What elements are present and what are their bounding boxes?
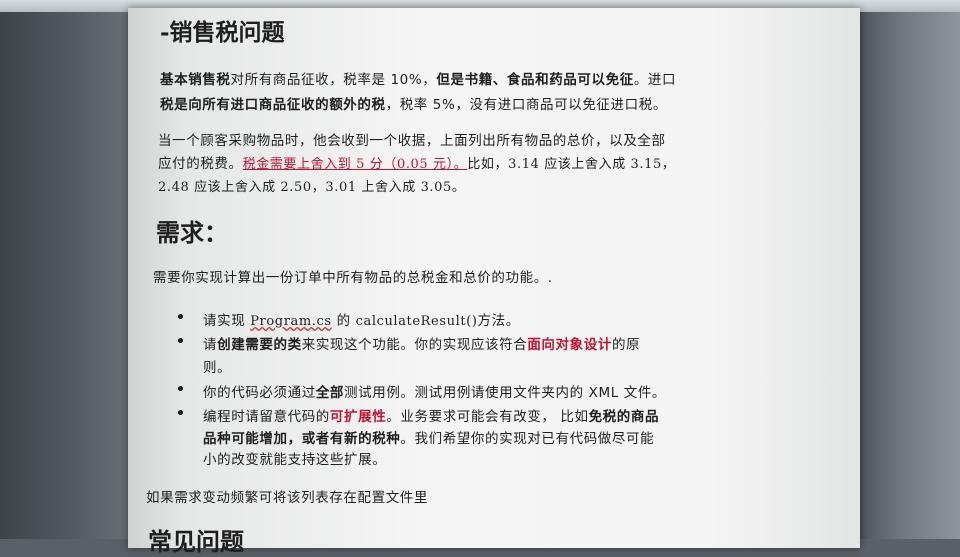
rounding-rule: 税金需要上舍入到 5 分（0.05 元）。 xyxy=(242,157,468,172)
intro-text: 对所有商品征收，税率是 10%， xyxy=(230,72,437,88)
document-page: -销售税问题 基本销售税对所有商品征收，税率是 10%，但是书籍、食品和药品可以… xyxy=(128,8,860,556)
requirements-heading: 需求： xyxy=(156,218,228,247)
bullet-text: 请实现 xyxy=(203,313,251,329)
bullet-1: 请实现 Program.cs 的 calculateResult()方法。 xyxy=(203,309,520,329)
bullet-text: 请 xyxy=(203,337,218,353)
bullet-text: 的原 xyxy=(611,337,641,353)
bullet-marker: • xyxy=(176,382,185,398)
bullet-text: 。我们希望你的实现对已有代码做尽可能 xyxy=(400,431,655,447)
receipt-para-line-2: 应付的税费。税金需要上舍入到 5 分（0.05 元）。比如，3.14 应该上舍入… xyxy=(158,152,675,172)
intro-text: ，税率 5%，没有进口商品可以免征进口税。 xyxy=(385,97,667,113)
document-title: -销售税问题 xyxy=(160,19,285,46)
all-tests-emphasis: 全部 xyxy=(315,385,345,401)
basic-sales-tax-term: 基本销售税 xyxy=(160,72,231,88)
config-note: 如果需求变动频繁可将该列表存在配置文件里 xyxy=(146,490,428,506)
bullet-2-line-1: 请创建需要的类来实现这个功能。你的实现应该符合面向对象设计的原 xyxy=(203,333,640,353)
para-text: 应付的税费。 xyxy=(158,156,243,172)
intro-line-1: 基本销售税对所有商品征收，税率是 10%，但是书籍、食品和药品可以免征。进口 xyxy=(160,68,676,88)
receipt-para-line-1: 当一个顾客采购物品时，他会收到一个收据，上面列出所有物品的总价，以及全部 xyxy=(158,133,666,149)
exemption-note: 但是书籍、食品和药品可以免征 xyxy=(436,72,634,88)
intro-line-2: 税是向所有进口商品征收的额外的税，税率 5%，没有进口商品可以免征进口税。 xyxy=(160,93,667,113)
receipt-para-line-3: 2.48 应该上舍入成 2.50，3.01 上舍入成 3.05。 xyxy=(158,180,466,195)
import-tax-definition: 税是向所有进口商品征收的额外的税 xyxy=(160,97,386,113)
extensibility-emphasis: 可扩展性 xyxy=(329,409,387,425)
tax-free-emphasis: 免税的商品 xyxy=(588,409,660,425)
requirements-intro: 需要你实现计算出一份订单中所有物品的总税金和总价的功能。. xyxy=(153,270,553,286)
bullet-4-line-1: 编程时请留意代码的可扩展性。业务要求可能会有改变， 比如免税的商品 xyxy=(203,405,659,425)
new-tax-emphasis: 品种可能增加，或者有新的税种 xyxy=(203,431,401,447)
bullet-text: 来实现这个功能。你的实现应该符合 xyxy=(301,337,528,353)
bullet-text: 编程时请留意代码的 xyxy=(203,409,330,425)
bullet-text: 你的代码必须通过 xyxy=(203,385,316,401)
background-right xyxy=(858,0,960,539)
bullet-4-line-2: 品种可能增加，或者有新的税种。我们希望你的实现对已有代码做尽可能 xyxy=(203,427,654,447)
bullet-text: 测试用例。测试用例请使用文件夹内的 XML 文件。 xyxy=(344,385,667,401)
method-name: calculateResult() xyxy=(355,314,478,329)
bullet-text: 方法。 xyxy=(477,313,520,329)
bullet-text: 。业务要求可能会有改变， 比如 xyxy=(386,409,589,425)
create-classes-emphasis: 创建需要的类 xyxy=(217,337,302,353)
bullet-4-line-3: 小的改变就能支持这些扩展。 xyxy=(203,452,387,468)
rounding-example: 比如，3.14 应该上舍入成 3.15， xyxy=(467,157,676,172)
intro-text: 。进口 xyxy=(633,72,677,88)
faq-heading-partial: 常见问题 xyxy=(148,527,244,556)
program-file-name: Program.cs xyxy=(250,314,332,329)
bullet-marker: • xyxy=(176,334,185,350)
bullet-text: 的 xyxy=(331,313,356,329)
bullet-marker: • xyxy=(176,310,185,326)
bullet-marker: • xyxy=(176,406,185,422)
bullet-2-line-2: 则。 xyxy=(203,360,232,376)
ood-emphasis: 面向对象设计 xyxy=(527,337,612,353)
background-left xyxy=(0,0,130,539)
bullet-3: 你的代码必须通过全部测试用例。测试用例请使用文件夹内的 XML 文件。 xyxy=(203,381,666,401)
